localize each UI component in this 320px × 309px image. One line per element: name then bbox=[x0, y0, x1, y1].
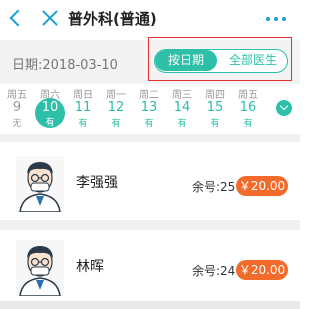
doctor-avatar-icon bbox=[16, 156, 64, 212]
doctor-row[interactable]: 李强强 余号:25 ￥20.00 bbox=[0, 146, 300, 220]
toggle-by-date[interactable]: 按日期 bbox=[155, 50, 217, 71]
day-16[interactable]: 周五 16 有 bbox=[232, 84, 264, 134]
price-badge[interactable]: ￥20.00 bbox=[236, 260, 288, 280]
date-label: 日期:2018-03-10 bbox=[12, 58, 118, 73]
day-status: 有 bbox=[78, 119, 88, 129]
day-status: 无 bbox=[12, 119, 22, 129]
weekday-label: 周四 bbox=[205, 90, 225, 101]
back-chevron-icon[interactable] bbox=[9, 9, 27, 27]
day-10[interactable]: 周六 10 有 bbox=[34, 84, 66, 134]
day-12[interactable]: 周一 12 有 bbox=[100, 84, 132, 134]
divider bbox=[0, 134, 300, 142]
doctor-row[interactable]: 林晖 余号:24 ￥20.00 bbox=[0, 230, 300, 304]
doctor-name: 林晖 bbox=[76, 259, 104, 275]
weekday-label: 周五 bbox=[7, 90, 27, 101]
day-status: 有 bbox=[243, 119, 253, 129]
view-toggle[interactable]: 按日期 全部医生 bbox=[154, 49, 288, 73]
weekday-label: 周二 bbox=[139, 90, 159, 101]
price-badge[interactable]: ￥20.00 bbox=[236, 176, 288, 196]
day-number: 12 bbox=[107, 100, 125, 115]
remaining-count: 余号:24 bbox=[192, 264, 236, 278]
day-9[interactable]: 周五 9 无 bbox=[1, 84, 33, 134]
day-status: 有 bbox=[210, 119, 220, 129]
toggle-all-doctors[interactable]: 全部医生 bbox=[219, 50, 287, 71]
day-number: 9 bbox=[12, 100, 22, 115]
day-status: 有 bbox=[177, 119, 187, 129]
day-number: 11 bbox=[74, 100, 92, 115]
chevron-down-icon[interactable] bbox=[276, 100, 292, 116]
day-status: 有 bbox=[144, 119, 154, 129]
day-number: 13 bbox=[140, 100, 158, 115]
day-13[interactable]: 周二 13 有 bbox=[133, 84, 165, 134]
close-icon[interactable] bbox=[38, 6, 62, 30]
weekday-label: 周日 bbox=[73, 90, 93, 101]
doctor-avatar-icon bbox=[16, 240, 64, 296]
doctor-name: 李强强 bbox=[76, 175, 118, 191]
day-number: 15 bbox=[206, 100, 224, 115]
day-11[interactable]: 周日 11 有 bbox=[67, 84, 99, 134]
remaining-count: 余号:25 bbox=[192, 180, 236, 194]
day-14[interactable]: 周三 14 有 bbox=[166, 84, 198, 134]
day-15[interactable]: 周四 15 有 bbox=[199, 84, 231, 134]
week-strip: 周五 9 无 周六 10 有 周日 11 有 周一 12 有 周二 13 有 周… bbox=[0, 84, 300, 134]
more-dots-icon[interactable] bbox=[266, 17, 286, 21]
weekday-label: 周五 bbox=[238, 90, 258, 101]
day-number: 16 bbox=[239, 100, 257, 115]
weekday-label: 周一 bbox=[106, 90, 126, 101]
day-number: 10 bbox=[41, 100, 59, 115]
divider bbox=[0, 220, 300, 230]
day-number: 14 bbox=[173, 100, 191, 115]
day-status: 有 bbox=[45, 118, 55, 128]
bottom-divider bbox=[0, 301, 300, 309]
page-title: 普外科(普通) bbox=[68, 10, 157, 28]
day-status: 有 bbox=[111, 119, 121, 129]
header-bar: 普外科(普通) bbox=[0, 0, 300, 40]
weekday-label: 周三 bbox=[172, 90, 192, 101]
